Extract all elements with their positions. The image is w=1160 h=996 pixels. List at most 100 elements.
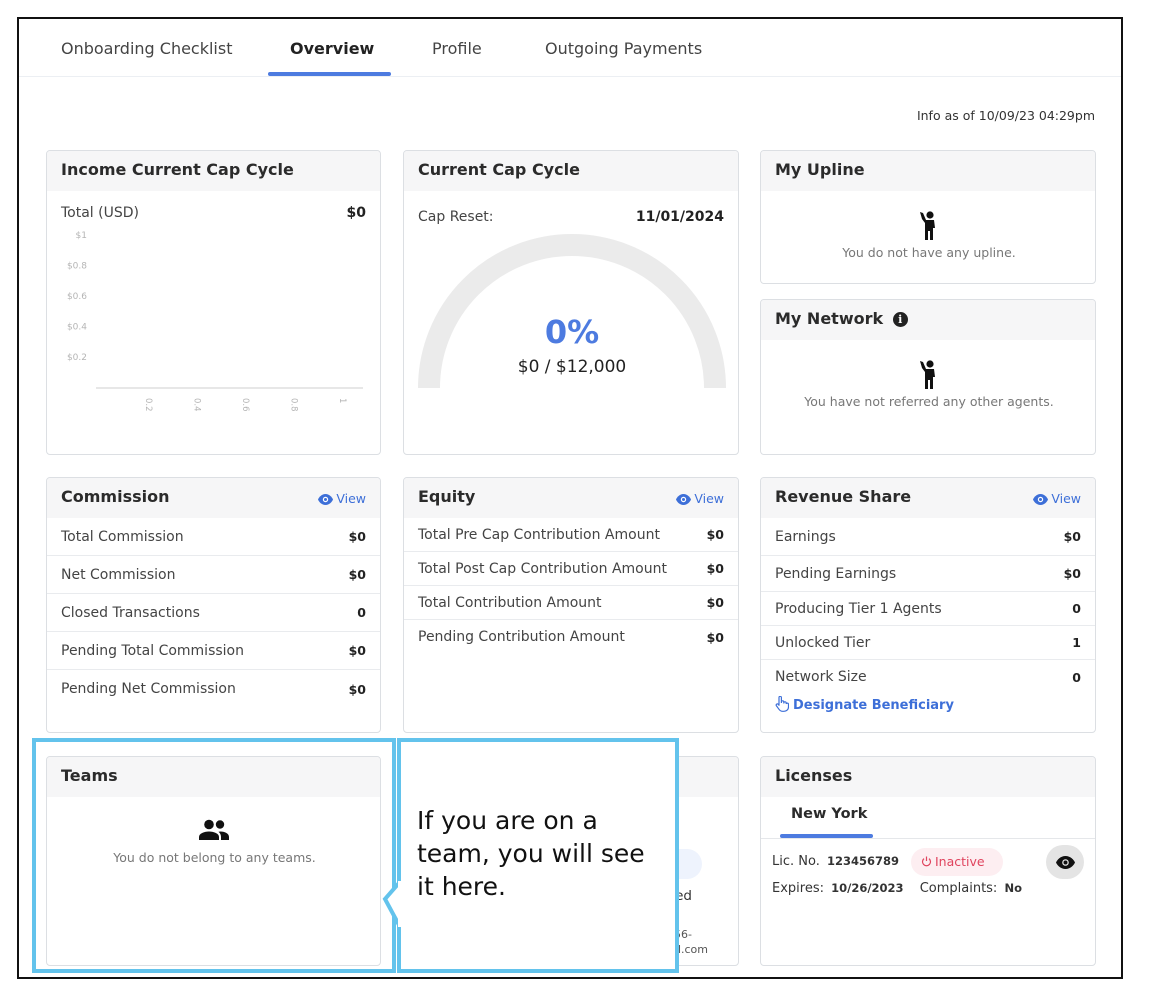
commission-title: Commission [61, 487, 170, 506]
complaints-label: Complaints: [919, 881, 998, 896]
network-card: My Network i You have not referred any o… [760, 299, 1096, 455]
revenue-title: Revenue Share [775, 487, 912, 506]
license-tabs: New York [761, 797, 1095, 839]
person-wave-icon [920, 360, 935, 389]
callout-panel: If you are on a team, you will see it he… [397, 738, 679, 973]
equity-card: Equity View Total Pre Cap Contribution A… [403, 477, 739, 733]
row-value: $0 [348, 681, 366, 697]
designate-beneficiary-label: Designate Beneficiary [793, 698, 954, 713]
cap-amount: $0 / $12,000 [517, 357, 627, 377]
row-value: $0 [706, 629, 724, 645]
hidden-card-email: il.com [674, 943, 708, 956]
info-timestamp: Info as of 10/09/23 04:29pm [916, 108, 1095, 123]
callout-pointer [382, 881, 405, 927]
row-label: Total Contribution Amount [418, 594, 602, 611]
network-title: My Network [775, 309, 884, 328]
eye-icon [1033, 494, 1049, 505]
row-value: 1 [1072, 635, 1081, 650]
license-view-button[interactable] [1046, 845, 1084, 879]
upline-title: My Upline [761, 151, 1095, 191]
licenses-title: Licenses [761, 757, 1095, 797]
cap-reset-label: Cap Reset: [418, 209, 494, 225]
income-total-label: Total (USD) [61, 205, 139, 221]
equity-view-link[interactable]: View [676, 491, 724, 506]
commission-row: Closed Transactions 0 [47, 594, 380, 632]
equity-view-label: View [694, 491, 724, 506]
revenue-view-link[interactable]: View [1033, 491, 1081, 506]
power-icon [921, 856, 932, 867]
income-total-value: $0 [346, 205, 366, 221]
row-label: Network Size [775, 669, 867, 685]
commission-card-head: Commission View [47, 478, 380, 518]
lic-no-value: 123456789 [827, 854, 900, 868]
row-label: Unlocked Tier [775, 634, 871, 651]
cap-percent: 0% [544, 313, 600, 351]
y-tick-label: $0.2 [67, 353, 87, 363]
designate-beneficiary-link[interactable]: Designate Beneficiary [761, 695, 1095, 713]
tab-bar: Onboarding Checklist Overview Profile Ou… [19, 19, 1121, 77]
row-label: Producing Tier 1 Agents [775, 600, 942, 617]
cap-cycle-card: Current Cap Cycle Cap Reset: 11/01/2024 … [403, 150, 739, 455]
row-label: Earnings [775, 528, 836, 545]
commission-view-link[interactable]: View [318, 491, 366, 506]
equity-card-head: Equity View [404, 478, 738, 518]
revenue-row: Unlocked Tier 1 [761, 626, 1095, 660]
y-tick-label: $1 [76, 231, 87, 241]
x-tick-label: 0.8 [289, 398, 299, 412]
x-tick-label: 0.6 [240, 398, 250, 412]
expires-label: Expires: [772, 881, 824, 896]
row-value: $0 [348, 567, 366, 582]
income-card-title: Income Current Cap Cycle [47, 151, 380, 191]
commission-row: Total Commission $0 [47, 518, 380, 556]
equity-title: Equity [418, 487, 476, 506]
equity-row: Total Post Cap Contribution Amount $0 [404, 552, 738, 586]
tab-onboarding-checklist[interactable]: Onboarding Checklist [61, 39, 232, 58]
row-label: Total Pre Cap Contribution Amount [418, 526, 660, 543]
row-value: 0 [357, 605, 366, 620]
row-value: $0 [348, 643, 366, 658]
row-label: Net Commission [61, 566, 176, 583]
row-label: Pending Earnings [775, 565, 897, 582]
commission-card: Commission View Total Commission $0 Net C… [46, 477, 381, 733]
row-label: Total Commission [61, 528, 184, 545]
cap-reset-date: 11/01/2024 [635, 209, 724, 225]
license-tab-new-york[interactable]: New York [791, 806, 867, 822]
network-empty-message: You have not referred any other agents. [804, 394, 1054, 409]
eye-icon [318, 494, 334, 505]
license-expires-line: Expires: 10/26/2023 Complaints: No [772, 881, 1022, 896]
equity-row: Total Pre Cap Contribution Amount $0 [404, 518, 738, 552]
row-value: $0 [1063, 566, 1081, 581]
income-chart: $1 $0.8 $0.6 $0.4 $0.2 0.2 0.4 0.6 0.8 1 [67, 231, 363, 412]
row-value: $0 [348, 529, 366, 544]
upline-empty-message: You do not have any upline. [842, 245, 1016, 260]
x-tick-label: 1 [337, 398, 347, 403]
row-value: $0 [706, 527, 724, 542]
lic-no-label: Lic. No. [772, 854, 820, 869]
revenue-card: Revenue Share View Earnings $0 Pending Ea… [760, 477, 1096, 733]
tab-overview[interactable]: Overview [290, 39, 374, 58]
eye-icon [676, 494, 692, 505]
complaints-value: No [1004, 881, 1022, 895]
row-label: Pending Total Commission [61, 642, 244, 659]
callout-text: If you are on a team, you will see it he… [417, 806, 645, 901]
row-label: Pending Contribution Amount [418, 629, 625, 645]
status-badge-label: Inactive [935, 854, 985, 869]
equity-row: Pending Contribution Amount $0 [404, 620, 738, 654]
y-tick-label: $0.6 [67, 292, 87, 302]
revenue-row: Network Size 0 [761, 660, 1095, 694]
row-label: Total Post Cap Contribution Amount [418, 560, 667, 577]
commission-view-label: View [336, 491, 366, 506]
revenue-view-label: View [1051, 491, 1081, 506]
info-icon[interactable]: i [892, 312, 908, 327]
y-tick-label: $0.4 [67, 323, 87, 333]
tab-outgoing-payments[interactable]: Outgoing Payments [545, 39, 702, 58]
tab-profile[interactable]: Profile [432, 39, 482, 58]
row-value: $0 [706, 561, 724, 576]
revenue-row: Pending Earnings $0 [761, 556, 1095, 592]
income-card: Income Current Cap Cycle Total (USD) $0 … [46, 150, 381, 455]
hand-pointer-icon [775, 695, 790, 712]
person-wave-icon [920, 211, 935, 240]
row-label: Pending Net Commission [61, 681, 236, 697]
cap-cycle-title: Current Cap Cycle [404, 151, 738, 191]
network-card-head: My Network i [761, 300, 1095, 340]
